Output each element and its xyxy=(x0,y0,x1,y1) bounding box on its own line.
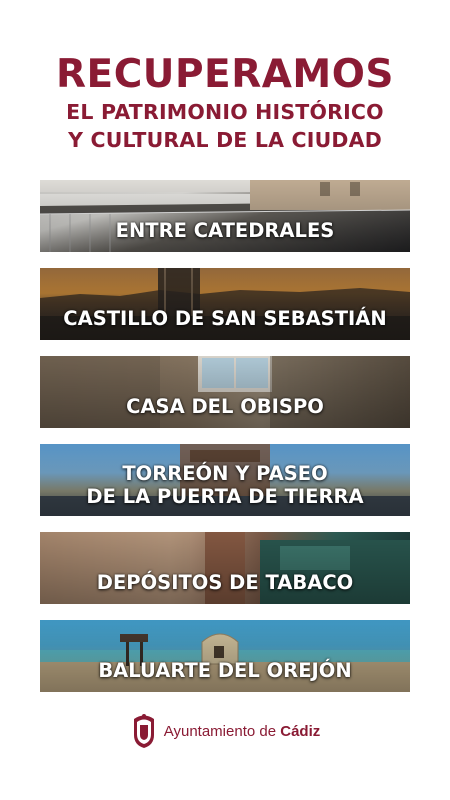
site-card-label: DEPÓSITOS DE TABACO xyxy=(96,571,354,594)
site-card-label: BALUARTE DEL OREJÓN xyxy=(98,659,352,682)
heritage-site-list: ENTRE CATEDRALES CASTILLO DE SAN SEBASTI… xyxy=(40,180,410,708)
site-card-torreon-y-paseo[interactable]: TORREÓN Y PASEO DE LA PUERTA DE TIERRA xyxy=(40,444,410,516)
city-crest-icon xyxy=(133,714,154,748)
site-card-label: CASA DEL OBISPO xyxy=(126,395,324,418)
headline-subtitle-line1: EL PATRIMONIO HISTÓRICO xyxy=(66,100,384,124)
site-card-label-line1: TORREÓN Y PASEO xyxy=(122,462,328,485)
site-card-baluarte-del-orejon[interactable]: BALUARTE DEL OREJÓN xyxy=(40,620,410,692)
city-brand[interactable]: Ayuntamiento de Cádiz xyxy=(130,713,321,749)
page: RECUPERAMOS EL PATRIMONIO HISTÓRICO Y CU… xyxy=(0,0,450,800)
site-card-label: ENTRE CATEDRALES xyxy=(115,219,335,242)
site-card-label: TORREÓN Y PASEO DE LA PUERTA DE TIERRA xyxy=(40,462,410,508)
brand-name: Cádiz xyxy=(280,722,321,740)
site-card-depositos-de-tabaco[interactable]: DEPÓSITOS DE TABACO xyxy=(40,532,410,604)
site-card-label: CASTILLO DE SAN SEBASTIÁN xyxy=(63,307,387,330)
brand-prefix: Ayuntamiento de xyxy=(163,722,281,740)
site-card-castillo-de-san-sebastian[interactable]: CASTILLO DE SAN SEBASTIÁN xyxy=(40,268,410,340)
headline: RECUPERAMOS EL PATRIMONIO HISTÓRICO Y CU… xyxy=(0,52,450,154)
headline-title: RECUPERAMOS xyxy=(56,52,394,97)
site-card-casa-del-obispo[interactable]: CASA DEL OBISPO xyxy=(40,356,410,428)
site-card-label-line2: DE LA PUERTA DE TIERRA xyxy=(86,485,364,508)
site-card-entre-catedrales[interactable]: ENTRE CATEDRALES xyxy=(40,180,410,252)
footer: Ayuntamiento de Cádiz xyxy=(0,713,450,753)
city-brand-text: Ayuntamiento de Cádiz xyxy=(164,723,321,740)
headline-subtitle-line2: Y CULTURAL DE LA CIUDAD xyxy=(68,128,382,152)
